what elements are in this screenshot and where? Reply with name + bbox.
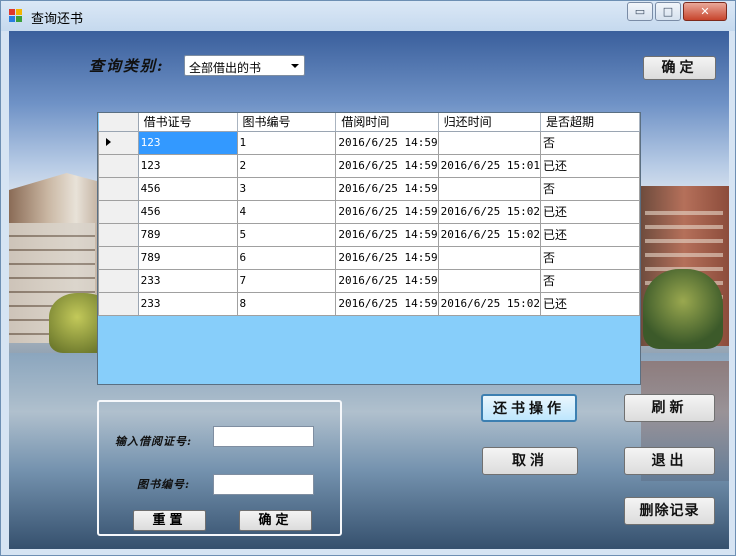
grid-header-row: 借书证号 图书编号 借阅时间 归还时间 是否超期	[98, 113, 640, 132]
book-number-label: 图书编号:	[137, 478, 191, 491]
cell-borrow-time[interactable]: 2016/6/25 14:59	[335, 291, 439, 316]
cell-book-number[interactable]: 5	[236, 222, 337, 247]
row-header[interactable]	[98, 199, 139, 224]
app-icon-square-red	[9, 9, 15, 15]
cell-overdue[interactable]: 已还	[540, 222, 640, 247]
cell-borrow-time[interactable]: 2016/6/25 14:59	[335, 199, 439, 224]
column-header-borrow-time[interactable]: 借阅时间	[335, 113, 439, 132]
query-return-window: 查询还书 ▭ □ ✕ 查询类别: 全部借出的书 确定 借书证号 图书编号 借阅时…	[0, 0, 736, 556]
records-table: 借书证号 图书编号 借阅时间 归还时间 是否超期 123 1 2016/6/25…	[98, 113, 640, 316]
cell-borrow-time[interactable]: 2016/6/25 14:59	[335, 130, 439, 155]
cell-overdue[interactable]: 否	[540, 130, 640, 155]
refresh-button[interactable]: 刷新	[624, 394, 715, 422]
app-icon-square-blue	[9, 16, 15, 22]
table-row[interactable]: 123 1 2016/6/25 14:59 否	[98, 130, 640, 155]
cell-card-number[interactable]: 456	[137, 176, 238, 201]
maximize-button[interactable]: □	[655, 2, 681, 21]
current-row-arrow-icon	[106, 138, 111, 146]
row-header[interactable]	[98, 222, 139, 247]
grid-corner-cell	[98, 113, 139, 132]
borrow-records-grid[interactable]: 借书证号 图书编号 借阅时间 归还时间 是否超期 123 1 2016/6/25…	[97, 112, 641, 385]
row-header[interactable]	[98, 176, 139, 201]
row-header[interactable]	[98, 268, 139, 293]
book-number-input[interactable]	[213, 474, 314, 495]
cell-card-number[interactable]: 233	[137, 268, 238, 293]
cell-borrow-time[interactable]: 2016/6/25 14:59	[335, 222, 439, 247]
cell-book-number[interactable]: 4	[236, 199, 337, 224]
cell-overdue[interactable]: 否	[540, 245, 640, 270]
cell-overdue[interactable]: 否	[540, 268, 640, 293]
app-icon-square-green	[16, 16, 22, 22]
table-row[interactable]: 789 6 2016/6/25 14:59 否	[98, 245, 640, 270]
cell-overdue[interactable]: 已还	[540, 291, 640, 316]
window-title: 查询还书	[31, 12, 84, 27]
query-category-value: 全部借出的书	[189, 61, 262, 75]
cell-borrow-time[interactable]: 2016/6/25 14:59	[335, 268, 439, 293]
cell-card-number[interactable]: 789	[137, 245, 238, 270]
cell-return-time[interactable]: 2016/6/25 15:02	[437, 199, 542, 224]
chevron-down-icon[interactable]	[287, 56, 304, 75]
table-row[interactable]: 456 4 2016/6/25 14:59 2016/6/25 15:02 已还	[98, 199, 640, 224]
cell-overdue[interactable]: 已还	[540, 199, 640, 224]
query-category-label: 查询类别:	[89, 57, 165, 75]
cell-card-number[interactable]: 123	[137, 130, 238, 155]
table-row[interactable]: 233 7 2016/6/25 14:59 否	[98, 268, 640, 293]
app-icon-square-yellow	[16, 9, 22, 15]
table-row[interactable]: 123 2 2016/6/25 14:59 2016/6/25 15:01 已还	[98, 153, 640, 178]
cell-return-time[interactable]: 2016/6/25 15:02	[437, 222, 542, 247]
cell-borrow-time[interactable]: 2016/6/25 14:59	[335, 153, 439, 178]
card-number-label: 输入借阅证号:	[115, 435, 193, 448]
table-row[interactable]: 789 5 2016/6/25 14:59 2016/6/25 15:02 已还	[98, 222, 640, 247]
cell-book-number[interactable]: 2	[236, 153, 337, 178]
cell-overdue[interactable]: 已还	[540, 153, 640, 178]
column-header-return-time[interactable]: 归还时间	[438, 113, 542, 132]
reset-button[interactable]: 重置	[133, 510, 206, 531]
table-row[interactable]: 233 8 2016/6/25 14:59 2016/6/25 15:02 已还	[98, 291, 640, 316]
cell-return-time[interactable]: 2016/6/25 15:02	[437, 291, 542, 316]
return-confirm-button[interactable]: 确定	[239, 510, 312, 531]
query-confirm-button[interactable]: 确定	[643, 56, 716, 80]
cell-return-time[interactable]	[437, 245, 542, 270]
app-icon	[9, 9, 23, 23]
cell-return-time[interactable]	[437, 176, 542, 201]
cell-book-number[interactable]: 1	[236, 130, 337, 155]
row-header[interactable]	[98, 130, 139, 155]
cell-borrow-time[interactable]: 2016/6/25 14:59	[335, 176, 439, 201]
close-button[interactable]: ✕	[683, 2, 727, 21]
cell-overdue[interactable]: 否	[540, 176, 640, 201]
cell-book-number[interactable]: 3	[236, 176, 337, 201]
column-header-book-number[interactable]: 图书编号	[237, 113, 337, 132]
cell-card-number[interactable]: 233	[137, 291, 238, 316]
cell-card-number[interactable]: 789	[137, 222, 238, 247]
cell-book-number[interactable]: 8	[236, 291, 337, 316]
cell-return-time[interactable]	[437, 130, 542, 155]
cancel-button[interactable]: 取消	[482, 447, 578, 475]
delete-record-button[interactable]: 删除记录	[624, 497, 715, 525]
cell-book-number[interactable]: 6	[236, 245, 337, 270]
minimize-button[interactable]: ▭	[627, 2, 653, 21]
row-header[interactable]	[98, 291, 139, 316]
cell-borrow-time[interactable]: 2016/6/25 14:59	[335, 245, 439, 270]
background-tree-right	[643, 269, 723, 349]
table-row[interactable]: 456 3 2016/6/25 14:59 否	[98, 176, 640, 201]
query-category-select[interactable]: 全部借出的书	[184, 55, 305, 76]
column-header-card-number[interactable]: 借书证号	[138, 113, 238, 132]
cell-return-time[interactable]	[437, 268, 542, 293]
row-header[interactable]	[98, 245, 139, 270]
cell-return-time[interactable]: 2016/6/25 15:01	[437, 153, 542, 178]
exit-button[interactable]: 退出	[624, 447, 715, 475]
return-book-button[interactable]: 还书操作	[481, 394, 577, 422]
cell-card-number[interactable]: 456	[137, 199, 238, 224]
title-bar[interactable]: 查询还书 ▭ □ ✕	[1, 1, 735, 31]
column-header-overdue[interactable]: 是否超期	[540, 113, 640, 132]
cell-card-number[interactable]: 123	[137, 153, 238, 178]
cell-book-number[interactable]: 7	[236, 268, 337, 293]
row-header[interactable]	[98, 153, 139, 178]
client-area: 查询类别: 全部借出的书 确定 借书证号 图书编号 借阅时间 归还时间 是否超期	[9, 31, 729, 549]
card-number-input[interactable]	[213, 426, 314, 447]
return-book-panel: 输入借阅证号: 图书编号: 重置 确定	[97, 400, 342, 536]
